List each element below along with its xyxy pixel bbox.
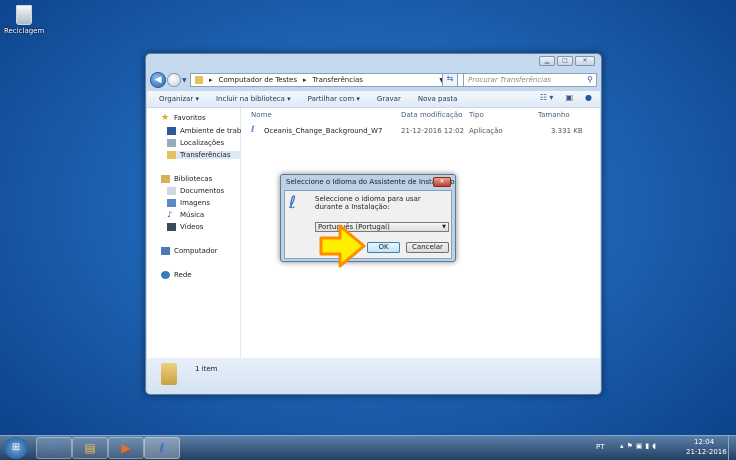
folder-icon: [195, 76, 203, 84]
include-library-button[interactable]: Incluir na biblioteca ▾: [216, 95, 291, 103]
show-desktop-button[interactable]: [728, 436, 736, 460]
nav-computer[interactable]: Computador: [161, 247, 241, 255]
clock-date[interactable]: 21-12-2016: [686, 448, 727, 456]
minimize-button[interactable]: ▁: [539, 56, 555, 66]
refresh-button[interactable]: ⇆: [442, 73, 458, 87]
images-icon: [167, 199, 176, 207]
star-icon: ★: [161, 114, 170, 122]
file-date: 21-12-2016 12:02: [401, 127, 465, 135]
recycle-bin-icon: [16, 5, 32, 25]
nav-documents[interactable]: Documentos: [167, 187, 241, 195]
places-icon: [167, 139, 176, 147]
nav-videos[interactable]: Vídeos: [167, 223, 241, 231]
start-button[interactable]: ⊞: [4, 437, 28, 459]
downloads-folder-icon: [167, 151, 176, 159]
burn-button[interactable]: Gravar: [377, 95, 401, 103]
language-dialog: Seleccione o Idioma do Assistente de Ins…: [280, 174, 456, 262]
dialog-message: Seleccione o idioma para usar durante a …: [315, 195, 421, 211]
column-date[interactable]: Data modificação: [401, 111, 462, 119]
column-name[interactable]: Nome: [251, 111, 272, 119]
close-button[interactable]: ✕: [575, 56, 595, 66]
maximize-button[interactable]: □: [557, 56, 573, 66]
address-bar[interactable]: ▸Computador de Testes ▸Transferências ▼: [190, 73, 467, 87]
command-bar: Organizar ▾ Incluir na biblioteca ▾ Part…: [147, 91, 600, 107]
search-input[interactable]: Procurar Transferências ⚲: [463, 73, 597, 87]
videos-icon: [167, 223, 176, 231]
recent-pages-icon[interactable]: ▼: [182, 77, 187, 84]
ok-button[interactable]: OK: [367, 242, 400, 253]
column-type[interactable]: Tipo: [469, 111, 484, 119]
oceanis-app-icon: ℓ: [251, 125, 255, 135]
recycle-bin[interactable]: Reciclagem: [4, 5, 44, 35]
item-count: 1 item: [195, 365, 218, 373]
nav-downloads[interactable]: Transferências: [167, 151, 241, 159]
new-folder-button[interactable]: Nova pasta: [418, 95, 458, 103]
back-button[interactable]: ◀: [150, 72, 166, 88]
nav-images[interactable]: Imagens: [167, 199, 241, 207]
help-icon[interactable]: ●: [585, 93, 592, 102]
recycle-bin-label: Reciclagem: [4, 27, 45, 35]
nav-music[interactable]: ♪ Música: [167, 211, 241, 219]
folder-large-icon: [161, 363, 177, 385]
details-pane: 1 item: [147, 358, 600, 394]
column-size[interactable]: Tamanho: [538, 111, 570, 119]
taskbar-media-player[interactable]: ▶: [108, 437, 144, 459]
organize-button[interactable]: Organizar ▾: [159, 95, 199, 103]
search-icon: ⚲: [587, 75, 593, 84]
libraries-icon: [161, 175, 170, 183]
nav-libraries[interactable]: Bibliotecas: [161, 175, 241, 183]
desktop-icon: [167, 127, 176, 135]
clock-time[interactable]: 12:04: [694, 438, 714, 446]
navigation-pane: ★Favoritos Ambiente de trabalho Localiza…: [147, 108, 241, 358]
tray-icons[interactable]: ▴⚑▣▮◖: [620, 442, 659, 450]
file-size: 3.331 KB: [551, 127, 583, 135]
network-icon: [161, 271, 170, 279]
dialog-title: Seleccione o Idioma do Assistente de Ins…: [286, 178, 455, 186]
taskbar: ⊞ ⓔ ▤ ▶ ℓ PT ▴⚑▣▮◖ 12:04 21-12-2016: [0, 435, 736, 460]
dropdown-arrow-icon: ▼: [442, 224, 446, 230]
forward-button[interactable]: [167, 73, 181, 87]
file-type: Aplicação: [469, 127, 503, 135]
nav-network[interactable]: Rede: [161, 271, 241, 279]
breadcrumb-downloads[interactable]: Transferências: [312, 76, 362, 84]
nav-places[interactable]: Localizações: [167, 139, 241, 147]
breadcrumb-computer[interactable]: Computador de Testes: [219, 76, 297, 84]
nav-desktop[interactable]: Ambiente de trabalho: [167, 127, 241, 135]
cancel-button[interactable]: Cancelar: [406, 242, 449, 253]
documents-icon: [167, 187, 176, 195]
input-language[interactable]: PT: [596, 443, 605, 451]
views-icon[interactable]: ☷ ▾: [540, 93, 554, 102]
taskbar-explorer[interactable]: ▤: [72, 437, 108, 459]
oceanis-logo-icon: ℓ: [289, 193, 297, 213]
share-button[interactable]: Partilhar com ▾: [308, 95, 360, 103]
dialog-close-button[interactable]: ✕: [433, 177, 451, 187]
taskbar-ie[interactable]: ⓔ: [36, 437, 72, 459]
taskbar-oceanis[interactable]: ℓ: [144, 437, 180, 459]
music-icon: ♪: [167, 211, 173, 219]
computer-icon: [161, 247, 170, 255]
file-name: Oceanis_Change_Background_W7: [264, 127, 383, 135]
pointer-arrow-annotation: [319, 224, 366, 268]
nav-favorites[interactable]: ★ Favoritos: [161, 114, 241, 122]
preview-pane-icon[interactable]: ▣: [565, 93, 573, 102]
